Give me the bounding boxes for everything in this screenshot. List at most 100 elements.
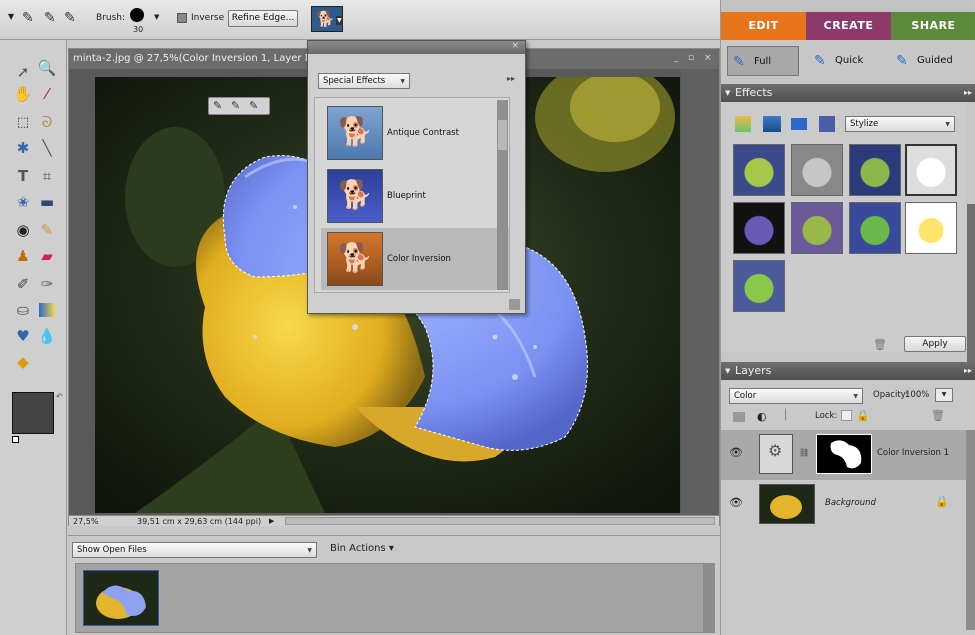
tool-preset-dropdown-icon[interactable]: ▼ [8,12,14,21]
effect-thumb-1[interactable] [733,144,785,196]
effects-picker-button[interactable]: 🐕 ▼ [311,6,343,32]
blend-mode-dropdown[interactable]: Color [729,388,863,404]
foreground-color-swatch[interactable] [12,392,54,434]
effect-item-antique-contrast[interactable]: 🐕 Antique Contrast [321,102,509,164]
lasso-tool-icon[interactable]: ᘐ [36,112,58,132]
move-tool-icon[interactable]: ➚ [12,62,34,82]
cookie-cutter-tool-icon[interactable]: ✬ [12,192,34,212]
red-eye-tool-icon[interactable]: ◉ [12,220,34,240]
adjustment-layer-icon[interactable]: ◐ [757,410,767,423]
apply-button[interactable]: Apply [904,336,966,352]
tab-create[interactable]: CREATE [806,12,891,40]
effect-thumb-7[interactable] [849,202,901,254]
open-file-thumbnail[interactable] [83,570,159,626]
effect-item-blueprint[interactable]: 🐕 Blueprint [321,165,509,227]
minimize-icon[interactable]: _ [674,53,679,63]
selection-brush-icon[interactable]: ✎ [22,10,34,26]
resize-grip[interactable] [509,299,520,310]
new-layer-icon[interactable] [733,412,745,422]
straighten-tool-icon[interactable]: ▬ [36,192,58,212]
zoom-tool-icon[interactable]: 🔍 [36,58,58,78]
brush-tool-icon[interactable]: ✐ [12,274,34,294]
effect-thumb-3[interactable] [849,144,901,196]
all-effects-icon[interactable] [819,116,835,132]
subtract-brush-icon[interactable]: ✎ [64,10,76,26]
healing-brush-tool-icon[interactable]: ✎ [36,220,58,240]
effects-panel-header[interactable]: ▼ Effects ▸▸ [721,84,975,102]
effects-category-dropdown[interactable]: Stylize [845,116,955,132]
eyedropper-tool-icon[interactable]: ⁄ [36,84,58,104]
effect-thumb-4[interactable] [905,144,957,196]
delete-layer-icon[interactable]: 🗑 [931,409,945,422]
layer-mask-thumbnail[interactable] [816,434,872,474]
effects-list-scrollbar[interactable] [497,100,508,290]
opacity-value[interactable]: 100% [905,390,929,400]
layers-panel-header[interactable]: ▼ Layers ▸▸ [721,362,975,380]
horizontal-scrollbar[interactable] [285,517,715,525]
layer-row-background[interactable]: 👁 Background 🔒 [721,480,966,530]
effect-thumb-2[interactable] [791,144,843,196]
smart-brush-tool-icon[interactable]: ✑ [36,274,58,294]
marquee-tool-icon[interactable]: ⬚ [12,112,34,132]
custom-shape-tool-icon[interactable]: ♥ [12,326,34,346]
add-brush-icon[interactable]: ✎ [44,10,56,26]
swap-colors-icon[interactable]: ↶ [56,392,63,401]
visibility-eye-icon[interactable]: 👁 [729,496,743,509]
effect-thumb-9[interactable] [733,260,785,312]
panel-menu-icon[interactable]: ▸▸ [964,84,972,102]
effect-thumb-5[interactable] [733,202,785,254]
restore-icon[interactable]: ▫ [688,53,694,63]
bin-scrollbar[interactable] [703,564,715,632]
layers-scrollbar[interactable] [966,430,975,630]
brush-subtract-icon[interactable]: ✎ [249,99,258,112]
tab-edit[interactable]: EDIT [721,12,806,40]
filters-icon[interactable] [735,116,751,132]
hand-tool-icon[interactable]: ✋ [12,84,34,104]
effect-item-color-inversion[interactable]: 🐕 Color Inversion [321,228,509,290]
magic-wand-tool-icon[interactable]: ✱ [12,138,34,158]
lock-transparency-icon[interactable] [841,410,852,421]
mode-guided[interactable]: ✎ Guided [891,46,971,76]
tab-share[interactable]: SHARE [891,12,975,40]
default-colors-icon[interactable] [12,436,19,443]
eraser-tool-icon[interactable]: ▰ [36,246,58,266]
popup-menu-icon[interactable]: ▸▸ [507,74,515,83]
effect-category-dropdown[interactable]: Special Effects [318,73,410,89]
status-menu-icon[interactable]: ▶ [269,516,274,527]
lock-all-icon[interactable]: 🔒 [856,409,870,422]
brush-add-icon[interactable]: ✎ [231,99,240,112]
inverse-checkbox[interactable] [177,13,187,23]
effect-thumb-8[interactable] [905,202,957,254]
trash-icon[interactable]: 🗑 [873,338,887,351]
photo-effects-icon[interactable] [791,118,807,130]
effect-thumb-6[interactable] [791,202,843,254]
blur-tool-icon[interactable]: 💧 [36,326,58,346]
brush-preview-icon[interactable] [130,8,144,22]
show-open-files-dropdown[interactable]: Show Open Files [72,542,317,558]
sponge-tool-icon[interactable]: ◆ [12,352,34,372]
mode-quick[interactable]: ✎ Quick [809,46,879,76]
brush-dropdown-icon[interactable]: ▼ [154,13,159,21]
close-icon[interactable]: × [704,53,712,63]
visibility-eye-icon[interactable]: 👁 [729,446,743,459]
scrollbar-thumb[interactable] [498,120,507,150]
refine-edge-button[interactable]: Refine Edge... [228,10,298,27]
brush-mode-icon[interactable]: ✎ [213,99,222,112]
clone-stamp-tool-icon[interactable]: ♟ [12,246,34,266]
panel-menu-icon[interactable]: ▸▸ [964,362,972,380]
type-tool-icon[interactable]: T [12,166,34,186]
layer-styles-icon[interactable] [763,116,781,132]
paint-bucket-tool-icon[interactable]: ⛀ [12,300,34,320]
opacity-dropdown-icon[interactable]: ▼ [935,388,953,402]
mask-link-icon[interactable]: ⛓ [799,448,809,457]
selection-brush-widget[interactable]: ✎ ✎ ✎ [208,97,270,115]
gradient-tool-icon[interactable] [39,303,55,317]
crop-tool-icon[interactable]: ⌗ [36,166,58,186]
layer-row-color-inversion[interactable]: 👁 ⚙ ⛓ Color Inversion 1 [721,430,966,480]
bin-actions-menu[interactable]: Bin Actions ▾ [330,543,394,554]
popup-close-icon[interactable]: × [511,41,519,51]
collapse-icon: ▼ [725,367,731,375]
link-icon[interactable]: ⎮ [783,410,788,421]
mode-full[interactable]: ✎ Full [727,46,799,76]
selection-brush-tool-icon[interactable]: ╲ [36,138,58,158]
